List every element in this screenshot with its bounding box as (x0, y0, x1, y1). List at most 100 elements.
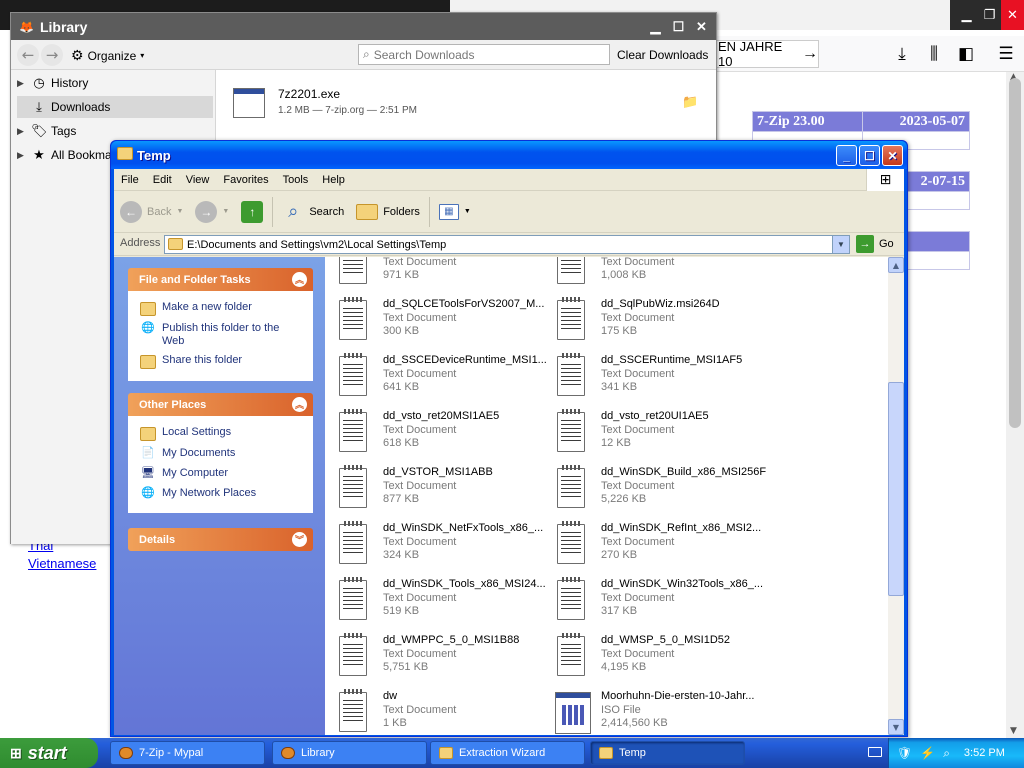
folder-icon (439, 747, 453, 759)
arrow-right-icon[interactable]: → (802, 45, 818, 63)
close-icon[interactable]: ✕ (1001, 0, 1024, 30)
organize-button[interactable]: ⚙ Organize ▾ (71, 47, 144, 64)
scroll-thumb[interactable] (888, 382, 904, 596)
collapse-icon[interactable]: ︽ (292, 397, 307, 412)
close-icon[interactable]: ✕ (691, 16, 712, 37)
task-share-folder[interactable]: Share this folder (140, 354, 303, 369)
minimize-icon[interactable]: _ (836, 145, 857, 166)
panel-header[interactable]: File and Folder Tasks ︽ (128, 268, 313, 291)
expand-icon[interactable]: ︾ (292, 532, 307, 547)
security-shield-icon[interactable]: 🛡 (897, 746, 912, 760)
menu-file[interactable]: File (114, 174, 146, 186)
back-button[interactable]: ← Back ▼ (114, 195, 189, 229)
browser-scrollbar[interactable]: ▲ ▼ (1006, 72, 1024, 738)
file-item[interactable]: dd_WinSDK_NetFxTools_x86_... Text Documen… (337, 520, 555, 572)
sidebar-item-downloads[interactable]: ⤓ Downloads (17, 96, 213, 118)
file-item[interactable]: Moorhuhn-Die-ersten-10-Jahr... ISO File 2,… (553, 688, 771, 735)
clear-downloads-button[interactable]: Clear Downloads (617, 48, 708, 62)
file-item[interactable]: dd_vsto_ret20MSI1AE5 Text Document 618 KB (337, 408, 555, 460)
menu-edit[interactable]: Edit (146, 174, 179, 186)
views-button[interactable]: ▦ ▼ (433, 195, 477, 229)
scroll-up-icon[interactable]: ▲ (888, 257, 904, 273)
menu-help[interactable]: Help (315, 174, 352, 186)
taskbar-item-7zip-mypal[interactable]: 7-Zip - Mypal (110, 741, 265, 765)
go-button[interactable]: → Go (856, 235, 894, 253)
sidebar-item-tags[interactable]: ▶ 🏷 Tags (17, 120, 213, 142)
folders-button[interactable]: Folders (350, 195, 426, 229)
place-my-network[interactable]: 🌐 My Network Places (140, 487, 303, 501)
taskbar-item-extraction-wizard[interactable]: Extraction Wizard (430, 741, 585, 765)
network-icon[interactable]: ⚡ (920, 746, 935, 760)
task-publish-web[interactable]: 🌐 Publish this folder to the Web (140, 322, 303, 348)
place-my-computer[interactable]: 🖥 My Computer (140, 467, 303, 481)
url-bar[interactable]: EN JAHRE 10 → (715, 39, 819, 69)
file-item[interactable]: dd_SSCEDeviceRuntime_MSI1... Text Documen… (337, 352, 555, 404)
minimize-icon[interactable]: ▁ (645, 16, 666, 37)
chevron-right-icon[interactable]: ▶ (17, 126, 27, 137)
tag-icon: 🏷 (31, 123, 48, 138)
search-icon[interactable]: ⌕ (943, 746, 950, 761)
scroll-down-icon[interactable]: ▼ (1010, 726, 1017, 736)
search-downloads-input[interactable]: ⌕ Search Downloads (358, 44, 610, 65)
keyboard-icon[interactable] (868, 747, 882, 757)
menu-view[interactable]: View (179, 174, 217, 186)
link-vietnamese[interactable]: Vietnamese (28, 555, 96, 573)
text-document-icon (557, 465, 585, 508)
maximize-icon[interactable]: ☐ (859, 145, 880, 166)
chevron-down-icon[interactable]: ▼ (832, 236, 849, 253)
file-list-scrollbar[interactable]: ▲ ▼ (888, 257, 904, 735)
file-item[interactable]: dd_WMSP_5_0_MSI1D52 Text Document 4,195 KB (555, 632, 773, 684)
task-pane: File and Folder Tasks ︽ Make a new folde… (114, 257, 325, 735)
file-item[interactable]: dd_WinSDK_Win32Tools_x86_... Text Documen… (555, 576, 773, 628)
maximize-icon[interactable]: ☐ (668, 16, 689, 37)
firefox-icon: 🦊 (19, 19, 34, 34)
place-my-documents[interactable]: 📄 My Documents (140, 447, 303, 461)
collapse-icon[interactable]: ︽ (292, 272, 307, 287)
file-item[interactable]: Text Document 1,008 KB (555, 257, 773, 292)
menu-icon[interactable]: ☰ (995, 44, 1017, 64)
sidebar-item-history[interactable]: ▶ ◷ History (17, 72, 213, 94)
file-item[interactable]: dd_SSCERuntime_MSI1AF5 Text Document 341 K… (555, 352, 773, 404)
file-item[interactable]: Text Document 971 KB (337, 257, 555, 292)
open-folder-icon[interactable]: 📁 (682, 95, 698, 110)
forward-arrow-icon[interactable]: → (41, 44, 63, 66)
text-document-icon (557, 577, 585, 620)
file-item[interactable]: dd_SqlPubWiz.msi264D Text Document 175 KB (555, 296, 773, 348)
close-icon[interactable]: ✕ (882, 145, 903, 166)
back-arrow-icon[interactable]: ← (17, 44, 39, 66)
library-icon[interactable]: ⫼ (923, 44, 945, 64)
up-folder-button[interactable]: ↑ (235, 195, 269, 229)
search-button[interactable]: ⌕ Search (276, 195, 350, 229)
restore-icon[interactable]: ❐ (978, 0, 1001, 30)
file-item[interactable]: dd_SQLCEToolsForVS2007_M... Text Document… (337, 296, 555, 348)
download-item[interactable]: 7z2201.exe 1.2 MB — 7-zip.org — 2:51 PM … (231, 85, 706, 125)
file-item[interactable]: dd_WMPPC_5_0_MSI1B88 Text Document 5,751 K… (337, 632, 555, 684)
chevron-right-icon[interactable]: ▶ (17, 78, 27, 89)
minimize-icon[interactable]: ▁ (955, 0, 978, 30)
clock[interactable]: 3:52 PM (964, 747, 1005, 759)
sidebar-icon[interactable]: ◧ (955, 44, 977, 64)
text-document-icon (339, 633, 367, 676)
file-item[interactable]: dd_WinSDK_Tools_x86_MSI24... Text Documen… (337, 576, 555, 628)
computer-icon: 🖥 (141, 467, 155, 479)
forward-button[interactable]: → ▼ (189, 195, 235, 229)
file-item[interactable]: dw Text Document 1 KB (337, 688, 555, 735)
place-local-settings[interactable]: Local Settings (140, 426, 303, 441)
panel-header[interactable]: Details ︾ (128, 528, 313, 551)
menu-tools[interactable]: Tools (276, 174, 316, 186)
task-make-new-folder[interactable]: Make a new folder (140, 301, 303, 316)
start-button[interactable]: ⊞ start (0, 738, 98, 768)
file-item[interactable]: dd_VSTOR_MSI1ABB Text Document 877 KB (337, 464, 555, 516)
file-item[interactable]: dd_vsto_ret20UI1AE5 Text Document 12 KB (555, 408, 773, 460)
download-icon[interactable]: ⤓ (891, 44, 913, 64)
taskbar-item-temp[interactable]: Temp (590, 741, 745, 765)
scroll-down-icon[interactable]: ▼ (888, 719, 904, 735)
file-item[interactable]: dd_WinSDK_RefInt_x86_MSI2... Text Documen… (555, 520, 773, 572)
panel-header[interactable]: Other Places ︽ (128, 393, 313, 416)
file-item[interactable]: dd_WinSDK_Build_x86_MSI256F Text Document… (555, 464, 773, 516)
chevron-right-icon[interactable]: ▶ (17, 150, 27, 161)
standard-toolbar: ← Back ▼ → ▼ ↑ ⌕ Search Folders ▦ ▼ (114, 191, 904, 233)
menu-favorites[interactable]: Favorites (216, 174, 275, 186)
address-input[interactable]: E:\Documents and Settings\vm2\Local Sett… (164, 235, 850, 254)
taskbar-item-library[interactable]: Library (272, 741, 427, 765)
